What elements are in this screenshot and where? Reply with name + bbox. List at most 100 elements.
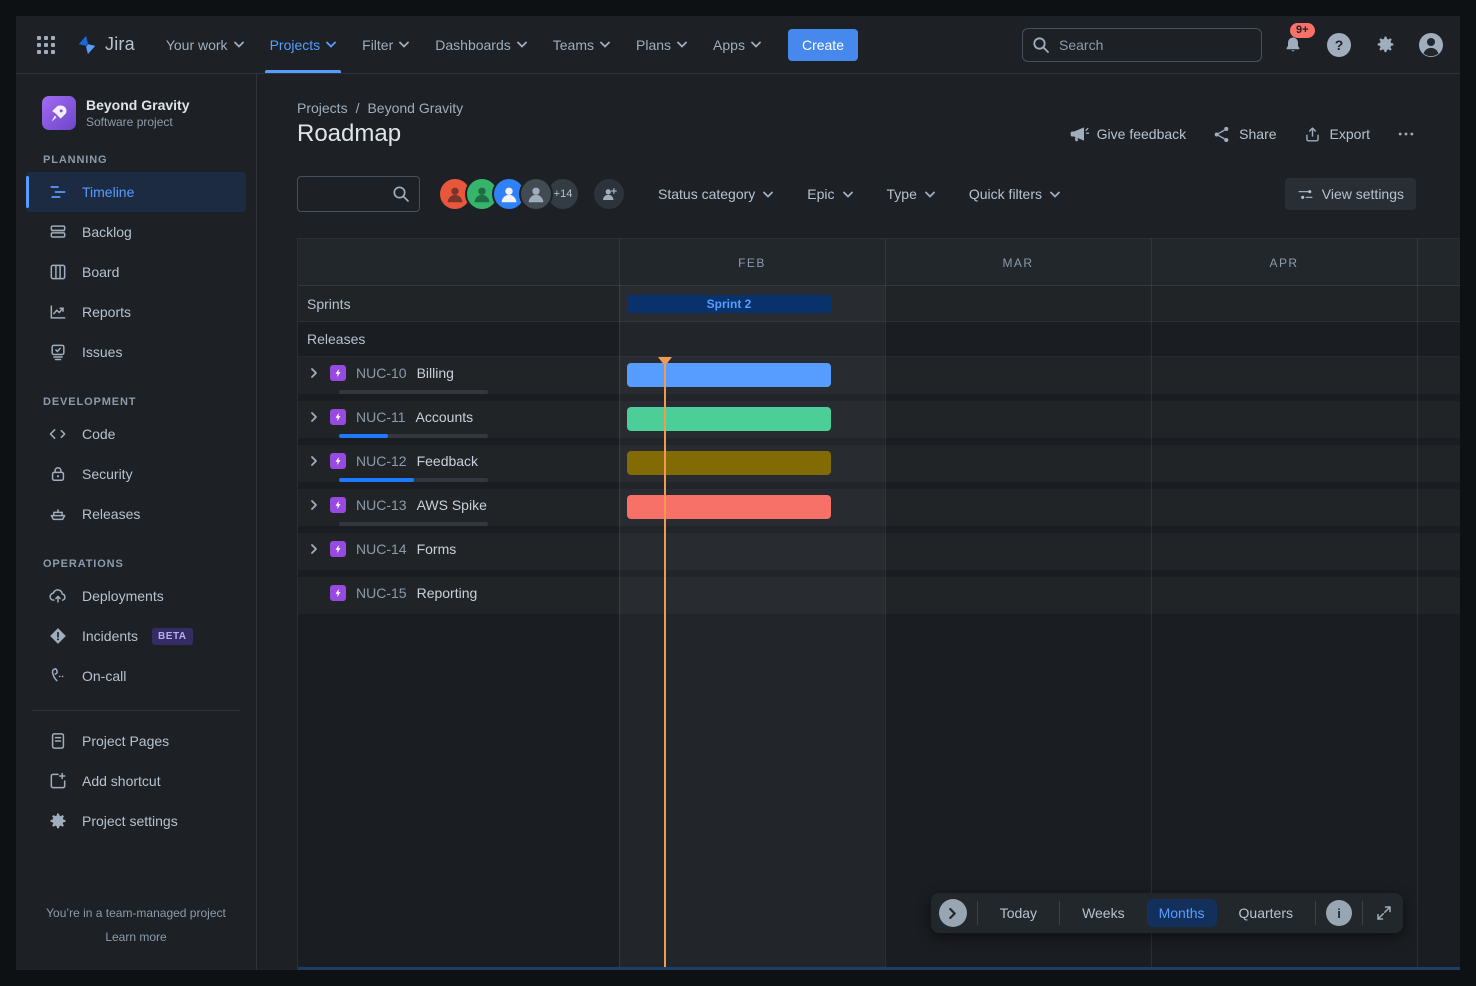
app-switcher-icon[interactable] [30, 29, 62, 61]
chevron-down-icon [600, 41, 610, 48]
breadcrumb-project-name[interactable]: Beyond Gravity [367, 100, 463, 116]
epic-key: NUC-10 [356, 365, 407, 381]
user-avatar[interactable] [519, 177, 553, 211]
timeline-month-header: FEB MAR APR [298, 239, 1460, 286]
nav-item-dashboards[interactable]: Dashboards [422, 16, 540, 73]
epic-bar[interactable] [627, 363, 831, 387]
global-search-input[interactable] [1022, 28, 1262, 62]
nav-item-filter[interactable]: Filter [349, 16, 422, 73]
sidebar-item-backlog[interactable]: Backlog [26, 212, 246, 252]
epic-icon[interactable] [330, 497, 346, 513]
epic-row: NUC-13 AWS Spike [298, 489, 1460, 533]
expand-chevron-icon[interactable] [306, 409, 322, 425]
more-actions-button[interactable] [1396, 124, 1416, 144]
nav-item-teams[interactable]: Teams [540, 16, 623, 73]
epic-bar[interactable] [627, 495, 831, 519]
epic-bar[interactable] [627, 451, 831, 475]
expand-chevron-icon[interactable] [306, 365, 322, 381]
chevron-down-icon [517, 41, 527, 48]
epic-row: NUC-15 Reporting [298, 577, 1460, 621]
epic-icon[interactable] [330, 453, 346, 469]
zoom-option-weeks[interactable]: Weeks [1070, 899, 1137, 927]
view-settings-button[interactable]: View settings [1285, 178, 1416, 210]
epic-icon[interactable] [330, 365, 346, 381]
fullscreen-button[interactable] [1373, 902, 1395, 924]
epic-row: NUC-10 Billing [298, 357, 1460, 401]
sidebar-item-code[interactable]: Code [26, 414, 246, 454]
nav-item-plans[interactable]: Plans [623, 16, 700, 73]
epic-progress [339, 434, 488, 438]
nav-item-apps[interactable]: Apps [700, 16, 774, 73]
give-feedback-button[interactable]: Give feedback [1069, 124, 1187, 144]
notifications-button[interactable]: 9+ [1278, 30, 1308, 60]
epic-dropdown[interactable]: Epic [807, 186, 852, 202]
sidebar-item-security[interactable]: Security [26, 454, 246, 494]
sidebar-item-project-settings[interactable]: Project settings [26, 801, 246, 841]
sidebar-item-releases[interactable]: Releases [26, 494, 246, 534]
add-person-button[interactable] [594, 179, 624, 209]
top-nav-right: 9+ ? [1022, 28, 1446, 62]
filter-bar: +14 Status category Epic Type Quick filt… [297, 176, 1416, 212]
sidebar-item-incidents[interactable]: Incidents BETA [26, 616, 246, 656]
status-category-dropdown[interactable]: Status category [658, 186, 773, 202]
person-icon [498, 183, 520, 205]
zoom-option-today[interactable]: Today [988, 899, 1049, 927]
jira-app: Jira Your work Projects Filter Dashboard… [16, 16, 1460, 970]
notifications-badge: 9+ [1290, 23, 1315, 38]
help-button[interactable]: ? [1324, 30, 1354, 60]
issues-icon [48, 342, 68, 362]
learn-more-link[interactable]: Learn more [16, 930, 256, 944]
jira-logo[interactable]: Jira [76, 34, 135, 56]
sidebar-item-reports[interactable]: Reports [26, 292, 246, 332]
releases-row-label: Releases [307, 331, 365, 347]
epic-bar[interactable] [627, 407, 831, 431]
create-button[interactable]: Create [788, 29, 858, 61]
expand-chevron-icon[interactable] [306, 453, 322, 469]
nav-item-your-work[interactable]: Your work [153, 16, 257, 73]
project-type: Software project [86, 115, 189, 129]
nav-item-projects[interactable]: Projects [257, 16, 350, 73]
info-icon[interactable]: i [1326, 900, 1352, 926]
expand-chevron-icon[interactable] [306, 541, 322, 557]
epic-name[interactable]: AWS Spike [417, 497, 487, 513]
rocket-icon [49, 103, 69, 123]
epic-name[interactable]: Billing [417, 365, 454, 381]
epic-name[interactable]: Forms [417, 541, 457, 557]
sidebar-item-on-call[interactable]: On-call [26, 656, 246, 696]
sidebar-item-timeline[interactable]: Timeline [26, 172, 246, 212]
sidebar-item-issues[interactable]: Issues [26, 332, 246, 372]
epic-name[interactable]: Feedback [417, 453, 478, 469]
epic-key: NUC-13 [356, 497, 407, 513]
chevron-down-icon [1050, 191, 1060, 198]
sidebar-item-deployments[interactable]: Deployments [26, 576, 246, 616]
zoom-option-months[interactable]: Months [1147, 899, 1217, 927]
ellipsis-icon [1396, 124, 1416, 144]
export-button[interactable]: Export [1303, 125, 1370, 144]
zoom-option-quarters[interactable]: Quarters [1227, 899, 1305, 927]
type-dropdown[interactable]: Type [887, 186, 935, 202]
scroll-right-button[interactable] [939, 899, 967, 927]
epic-icon[interactable] [330, 541, 346, 557]
expand-chevron-icon[interactable] [306, 497, 322, 513]
profile-button[interactable] [1416, 30, 1446, 60]
share-icon [1212, 125, 1231, 144]
sidebar-item-project-pages[interactable]: Project Pages [26, 721, 246, 761]
section-planning: PLANNING [16, 154, 256, 172]
epic-name[interactable]: Accounts [416, 409, 474, 425]
epic-key: NUC-12 [356, 453, 407, 469]
project-name: Beyond Gravity [86, 97, 189, 115]
sidebar-item-add-shortcut[interactable]: Add shortcut [26, 761, 246, 801]
epic-icon[interactable] [330, 585, 346, 601]
breadcrumb-projects[interactable]: Projects [297, 100, 348, 116]
epic-icon[interactable] [330, 409, 346, 425]
epic-name[interactable]: Reporting [417, 585, 478, 601]
settings-button[interactable] [1370, 30, 1400, 60]
quick-filters-dropdown[interactable]: Quick filters [969, 186, 1060, 202]
sidebar-item-board[interactable]: Board [26, 252, 246, 292]
nav-menu: Your work Projects Filter Dashboards Tea… [153, 16, 774, 73]
project-header[interactable]: Beyond Gravity Software project [16, 96, 256, 130]
epic-key: NUC-15 [356, 585, 407, 601]
share-button[interactable]: Share [1212, 125, 1276, 144]
export-icon [1303, 125, 1322, 144]
sprint-bar[interactable]: Sprint 2 [627, 295, 831, 313]
